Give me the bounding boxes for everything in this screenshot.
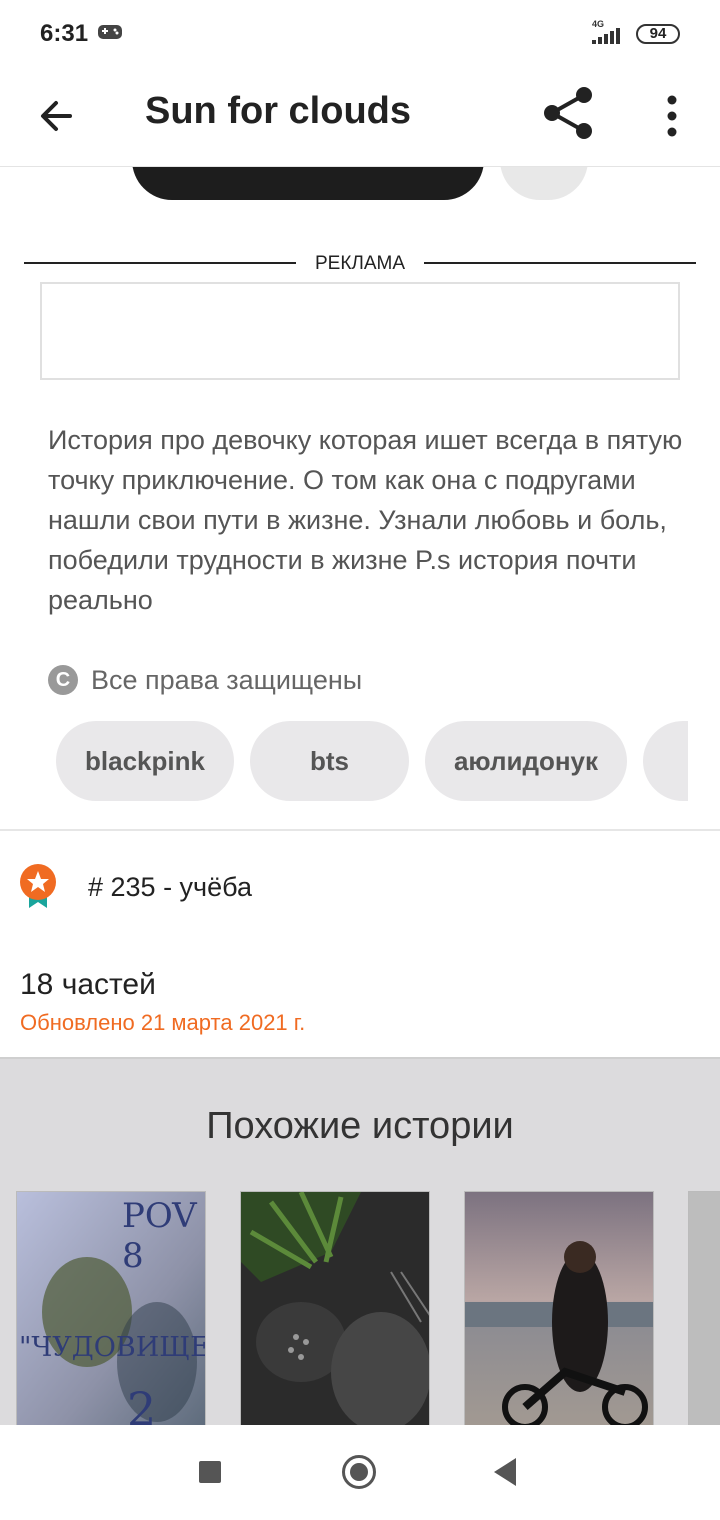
battery-level: 94 [649, 25, 667, 42]
page-title: Sun for clouds [145, 90, 411, 132]
app-header: Sun for clouds [0, 66, 720, 167]
section-divider [0, 829, 720, 831]
copyright-notice: C Все права защищены [48, 662, 362, 698]
cover-1-text-top: POV 8 [122, 1196, 197, 1276]
tag-list: blackpink bts аюлидонук [56, 721, 688, 801]
ranking-badge[interactable]: # 235 - учёба [18, 862, 418, 912]
ranking-text: # 235 - учёба [88, 872, 253, 902]
story-description: История про девочку которая ишет всегда … [48, 425, 683, 615]
cover-1-text-bottom: 2 [127, 1382, 157, 1429]
status-time: 6:31 [40, 20, 89, 47]
tag-chip[interactable]: blackpink [56, 721, 234, 801]
copyright-icon: C [48, 665, 78, 695]
recents-icon[interactable] [199, 1461, 221, 1483]
parts-count: 18 частей [20, 968, 156, 1001]
cover-image-3 [465, 1192, 653, 1429]
cover-1-text-mid: "ЧУДОВИЩЕ" [19, 1332, 206, 1363]
similar-stories-title: Похожие истории [206, 1105, 514, 1147]
arrow-left-icon[interactable] [30, 88, 86, 144]
signal-icon: 4G [588, 19, 628, 46]
updated-date: Обновлено 21 марта 2021 г. [20, 1010, 306, 1035]
tag-chip[interactable]: аюлидонук [425, 721, 627, 801]
tag-chip[interactable]: bts [250, 721, 409, 801]
status-bar: 6:31 4G 94 [0, 0, 720, 66]
similar-stories-section: Похожие истории POV 8 "ЧУДОВИЩЕ" 2 [0, 1057, 720, 1429]
ad-container[interactable] [40, 282, 680, 380]
story-cover-3[interactable] [464, 1191, 654, 1429]
home-icon[interactable] [342, 1455, 376, 1489]
ad-divider-left [24, 262, 296, 264]
story-cover-4[interactable] [688, 1191, 720, 1429]
share-icon[interactable] [540, 84, 598, 142]
tag-chip[interactable] [643, 721, 688, 801]
system-nav-bar [0, 1425, 720, 1520]
ad-label: РЕКЛАМА [314, 253, 406, 274]
cover-image-2 [241, 1192, 429, 1429]
back-triangle-icon[interactable] [494, 1458, 516, 1486]
story-cover-2[interactable] [240, 1191, 430, 1429]
ad-divider-right [424, 262, 696, 264]
rights-text: Все права защищены [91, 664, 363, 695]
story-cover-1[interactable]: POV 8 "ЧУДОВИЩЕ" 2 [16, 1191, 206, 1429]
award-ribbon-icon [20, 864, 56, 908]
gamepad-icon [98, 25, 122, 39]
more-vertical-icon[interactable] [650, 88, 694, 144]
battery-icon: 94 [636, 24, 680, 44]
